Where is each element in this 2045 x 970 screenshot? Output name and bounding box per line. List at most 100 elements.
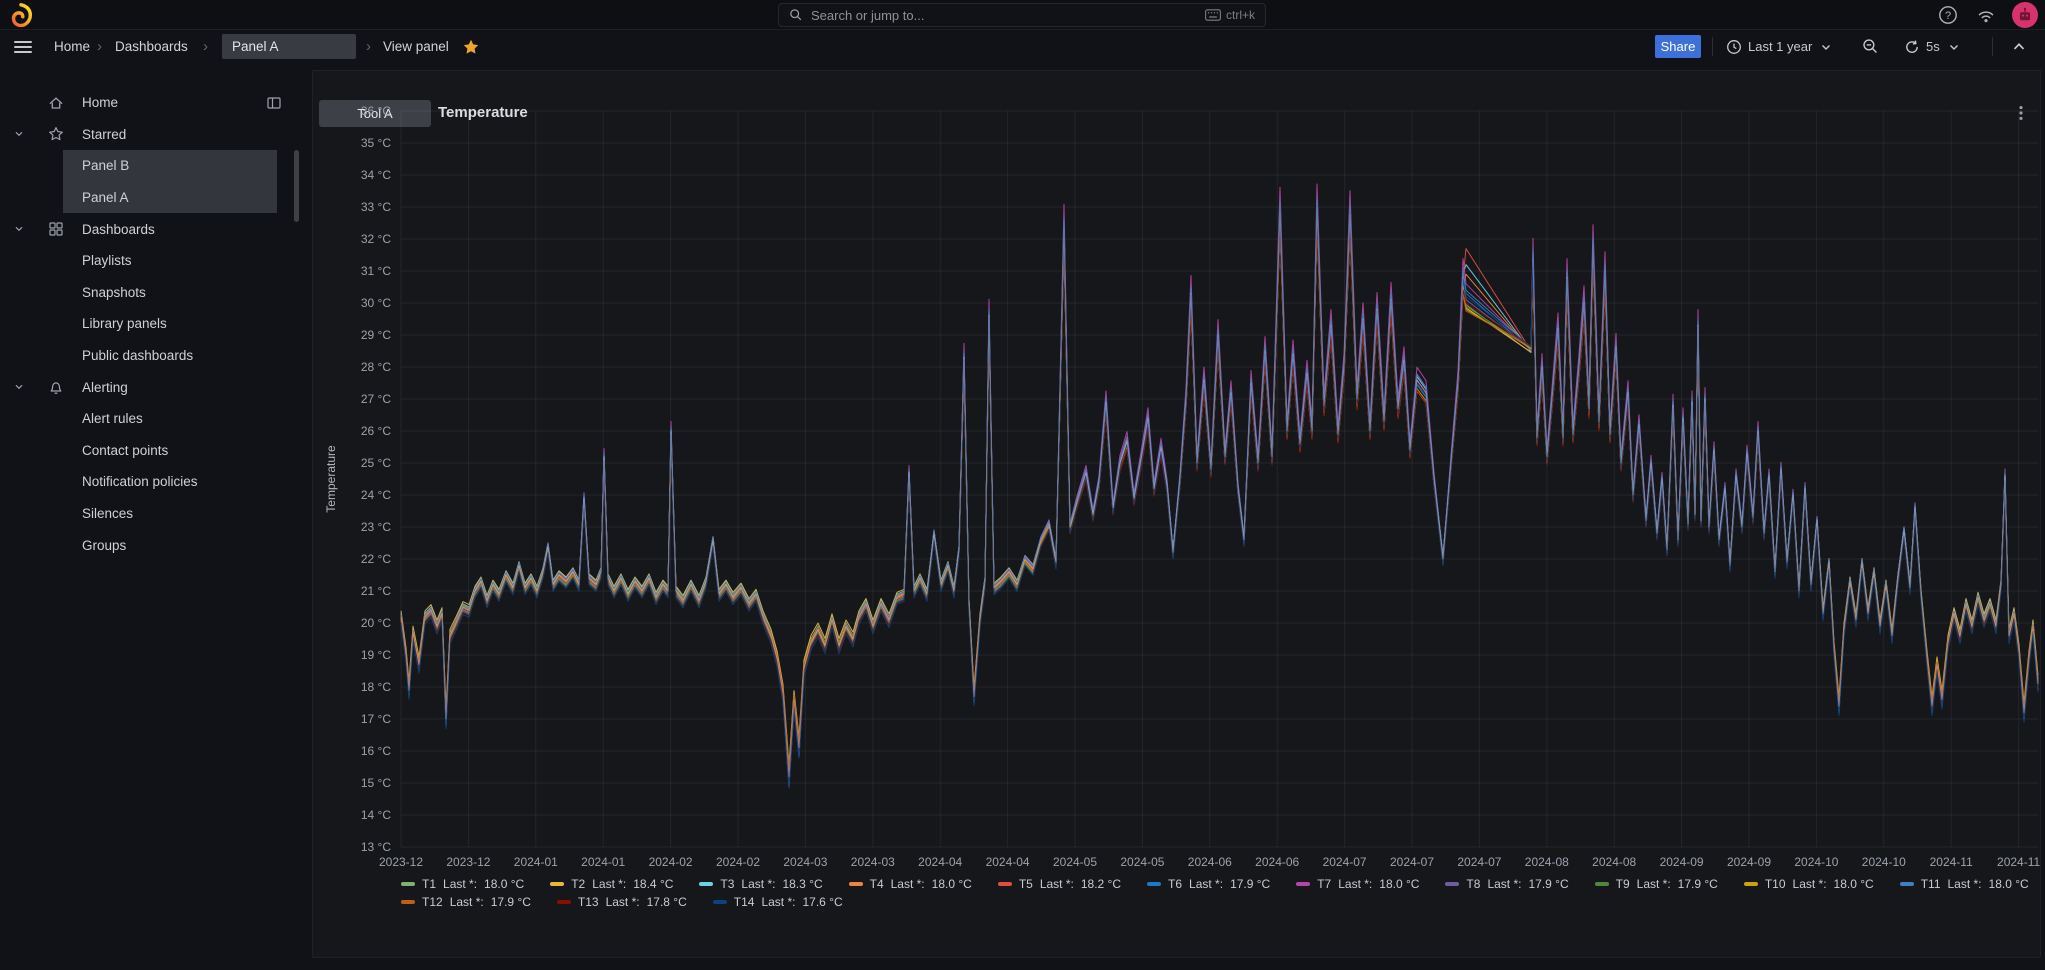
sidebar-item-alert-rules[interactable]: Alert rules xyxy=(0,403,306,435)
y-axis-tick: 26 °C xyxy=(361,424,391,438)
legend-item-T6[interactable]: T6Last *:17.9 °C xyxy=(1147,877,1270,891)
sidebar-item-label: Starred xyxy=(82,127,126,142)
user-avatar[interactable] xyxy=(2012,2,2038,28)
x-axis-tick: 2024-07 xyxy=(1323,855,1367,869)
legend-item-T2[interactable]: T2Last *:18.4 °C xyxy=(550,877,673,891)
sidebar-item-snapshots[interactable]: Snapshots xyxy=(0,277,306,309)
breadcrumb-home[interactable]: Home xyxy=(54,31,90,62)
legend-swatch xyxy=(713,900,727,904)
star-icon xyxy=(48,126,64,142)
sidebar-item-starred[interactable]: Starred xyxy=(0,119,306,151)
menu-toggle-icon[interactable] xyxy=(12,38,34,56)
refresh-icon xyxy=(1904,39,1920,55)
y-axis-tick: 21 °C xyxy=(361,584,391,598)
legend-item-T8[interactable]: T8Last *:17.9 °C xyxy=(1445,877,1568,891)
sidebar-item-contact-points[interactable]: Contact points xyxy=(0,435,306,467)
legend-swatch xyxy=(1296,882,1310,886)
x-axis-tick: 2024-04 xyxy=(986,855,1030,869)
sidebar-item-public-dashboards[interactable]: Public dashboards xyxy=(0,340,306,372)
legend-last-value: 18.0 °C xyxy=(1834,877,1874,891)
x-axis-tick: 2024-02 xyxy=(716,855,760,869)
x-axis-tick: 2024-06 xyxy=(1255,855,1299,869)
legend-last-value: 18.2 °C xyxy=(1081,877,1121,891)
legend-item-T7[interactable]: T7Last *:18.0 °C xyxy=(1296,877,1419,891)
x-axis-tick: 2024-03 xyxy=(851,855,895,869)
legend-series-name: T6 xyxy=(1168,877,1182,891)
breadcrumb-dashboards[interactable]: Dashboards xyxy=(115,31,188,62)
sidebar-item-panel-a[interactable]: Panel A xyxy=(0,182,306,214)
help-icon[interactable]: ? xyxy=(1938,5,1958,25)
robot-icon xyxy=(2017,7,2033,23)
sidebar-item-groups[interactable]: Groups xyxy=(0,529,306,561)
home-icon xyxy=(48,95,64,111)
chevron-down-icon[interactable] xyxy=(12,127,26,141)
y-axis-tick: 31 °C xyxy=(361,264,391,278)
breadcrumb-separator: › xyxy=(366,31,371,62)
legend-series-name: T12 xyxy=(422,895,443,909)
search-input[interactable]: Search or jump to... ctrl+k xyxy=(778,3,1266,27)
sidebar-scrollbar[interactable] xyxy=(294,150,299,222)
x-axis-tick: 2024-05 xyxy=(1120,855,1164,869)
legend-last-value: 18.0 °C xyxy=(484,877,524,891)
favorite-star-icon[interactable] xyxy=(463,39,479,55)
sidebar-item-panel-b[interactable]: Panel B xyxy=(0,150,306,182)
legend-item-T10[interactable]: T10Last *:18.0 °C xyxy=(1744,877,1874,891)
sidebar-item-library-panels[interactable]: Library panels xyxy=(0,308,306,340)
share-button[interactable]: Share xyxy=(1655,35,1701,58)
y-axis-tick: 30 °C xyxy=(361,296,391,310)
search-shortcut: ctrl+k xyxy=(1205,8,1255,22)
sidebar-item-label: Panel A xyxy=(82,190,129,205)
legend-item-T4[interactable]: T4Last *:18.0 °C xyxy=(849,877,972,891)
legend-item-T11[interactable]: T11Last *:18.0 °C xyxy=(1900,877,2029,891)
y-axis-tick: 23 °C xyxy=(361,520,391,534)
y-axis-tick: 27 °C xyxy=(361,392,391,406)
legend-last-value: 18.4 °C xyxy=(633,877,673,891)
legend-item-T12[interactable]: T12Last *:17.9 °C xyxy=(401,895,531,909)
search-placeholder: Search or jump to... xyxy=(811,8,1205,23)
sidebar-item-playlists[interactable]: Playlists xyxy=(0,245,306,277)
refresh-picker[interactable]: 5s xyxy=(1904,34,1962,59)
grafana-logo-icon[interactable] xyxy=(9,3,33,27)
breadcrumb-current-dashboard[interactable]: Panel A xyxy=(222,34,356,59)
legend-item-T1[interactable]: T1Last *:18.0 °C xyxy=(401,877,524,891)
news-icon[interactable] xyxy=(1976,5,1996,25)
legend-series-name: T1 xyxy=(422,877,436,891)
x-axis-tick: 2024-01 xyxy=(514,855,558,869)
x-axis-tick: 2024-07 xyxy=(1457,855,1501,869)
sidebar-item-dashboards[interactable]: Dashboards xyxy=(0,213,306,245)
legend-series-name: T8 xyxy=(1466,877,1480,891)
legend-item-T13[interactable]: T13Last *:17.8 °C xyxy=(557,895,687,909)
chevron-down-icon xyxy=(1946,39,1962,55)
collapse-caret-up-icon[interactable] xyxy=(2010,34,2028,59)
sidebar-item-notification-policies[interactable]: Notification policies xyxy=(0,466,306,498)
legend-stat-label: Last *: xyxy=(606,895,640,909)
chevron-down-icon[interactable] xyxy=(12,222,26,236)
legend-series-name: T9 xyxy=(1616,877,1630,891)
sidebar-item-silences[interactable]: Silences xyxy=(0,498,306,530)
sidebar-item-label: Alert rules xyxy=(82,411,143,426)
chevron-down-icon[interactable] xyxy=(12,380,26,394)
y-axis-tick: 24 °C xyxy=(361,488,391,502)
time-range-picker[interactable]: Last 1 year xyxy=(1726,34,1834,59)
breadcrumb-separator: › xyxy=(203,31,208,62)
legend-item-T5[interactable]: T5Last *:18.2 °C xyxy=(998,877,1121,891)
legend-swatch xyxy=(550,882,564,886)
legend-stat-label: Last *: xyxy=(761,895,795,909)
x-axis-tick: 2024-11 xyxy=(1930,855,1973,869)
legend-item-T14[interactable]: T14Last *:17.6 °C xyxy=(713,895,843,909)
legend-item-T9[interactable]: T9Last *:17.9 °C xyxy=(1595,877,1718,891)
sidebar-item-home[interactable]: Home xyxy=(0,87,306,119)
dock-sidebar-icon[interactable] xyxy=(266,95,282,111)
svg-text:?: ? xyxy=(1945,10,1951,22)
legend-item-T3[interactable]: T3Last *:18.3 °C xyxy=(699,877,822,891)
legend-swatch xyxy=(1445,882,1459,886)
timeseries-chart[interactable]: 13 °C14 °C15 °C16 °C17 °C18 °C19 °C20 °C… xyxy=(311,97,2043,875)
legend-stat-label: Last *: xyxy=(891,877,925,891)
y-axis-tick: 32 °C xyxy=(361,232,391,246)
refresh-interval-label: 5s xyxy=(1926,39,1940,54)
apps-icon xyxy=(48,221,64,237)
sidebar-item-alerting[interactable]: Alerting xyxy=(0,371,306,403)
legend-last-value: 17.9 °C xyxy=(1230,877,1270,891)
zoom-out-icon[interactable] xyxy=(1862,34,1879,59)
y-axis-tick: 36 °C xyxy=(361,104,391,118)
